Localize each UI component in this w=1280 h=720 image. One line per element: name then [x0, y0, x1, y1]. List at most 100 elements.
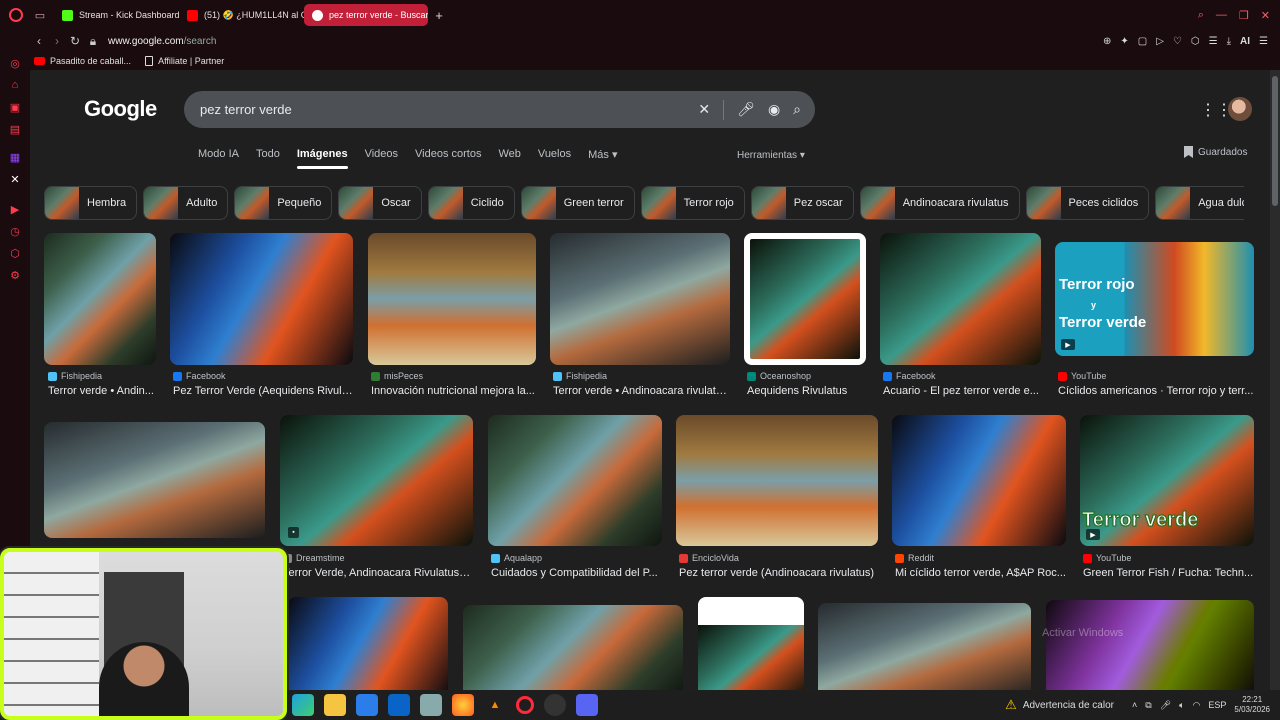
- microphone-icon[interactable]: 🎤︎: [737, 101, 755, 118]
- file-explorer-icon[interactable]: [324, 694, 346, 716]
- result-image[interactable]: [880, 233, 1041, 365]
- new-tab-icon[interactable]: +: [432, 8, 446, 23]
- tab-kick[interactable]: Stream - Kick Dashboard: [54, 4, 179, 26]
- result-title[interactable]: Cíclidos americanos · Terror rojo y terr…: [1058, 385, 1254, 397]
- search-tabs-icon[interactable]: ⌕: [1198, 9, 1204, 22]
- wifi-icon[interactable]: ◠: [1193, 700, 1201, 711]
- menu-icon[interactable]: ☰: [1259, 36, 1268, 47]
- pin-icon[interactable]: ✦: [1120, 36, 1128, 47]
- vlc-icon[interactable]: ▲: [484, 694, 506, 716]
- result-image[interactable]: [368, 233, 536, 365]
- tab-youtube[interactable]: (51) 🤣 ¿HUM1LL4N al GR: [179, 4, 304, 26]
- result-image[interactable]: [1046, 600, 1254, 690]
- extensions-icon[interactable]: ⬡: [0, 242, 30, 264]
- result-image[interactable]: [44, 233, 156, 365]
- store-icon[interactable]: [356, 694, 378, 716]
- search-box[interactable]: ✕ 🎤︎ ◉ ⌕: [184, 91, 815, 128]
- result-image[interactable]: [698, 597, 804, 690]
- result-image-video[interactable]: Terror rojo y Terror verde ▶: [1055, 242, 1254, 356]
- result-image[interactable]: ▪: [280, 415, 473, 546]
- gmail-icon[interactable]: ▤: [0, 118, 30, 140]
- chip[interactable]: Pequeño: [234, 186, 333, 220]
- scrollbar-thumb[interactable]: [1272, 76, 1278, 206]
- tab-vuelos[interactable]: Vuelos: [538, 148, 571, 161]
- player-icon[interactable]: ▶: [0, 198, 30, 220]
- result-image[interactable]: [744, 233, 866, 365]
- result-title[interactable]: Pez terror verde (Andinoacara rivulatus): [679, 567, 878, 579]
- result-image[interactable]: [288, 597, 448, 690]
- discord-icon[interactable]: [576, 694, 598, 716]
- back-icon[interactable]: ‹: [30, 34, 48, 48]
- shopping-icon[interactable]: ⌂: [0, 74, 30, 96]
- network-icon[interactable]: ⧉: [1145, 700, 1151, 711]
- mic-icon[interactable]: 🎤︎: [1160, 700, 1171, 711]
- player-toolbar-icon[interactable]: ▷: [1156, 36, 1164, 47]
- chip[interactable]: Adulto: [143, 186, 229, 220]
- edge-icon[interactable]: [292, 694, 314, 716]
- close-icon[interactable]: ✕: [1261, 9, 1270, 22]
- bookmark-item[interactable]: Affiliate | Partner: [145, 56, 224, 66]
- result-title[interactable]: Acuario - El pez terror verde e...: [883, 385, 1041, 397]
- result-title[interactable]: Green Terror Fish / Fucha: Techn...: [1083, 567, 1254, 579]
- result-title[interactable]: Pez Terror Verde (Aequidens Rivulat...: [173, 385, 353, 397]
- tab-menu-icon[interactable]: ▭: [32, 7, 48, 23]
- result-image[interactable]: [892, 415, 1066, 546]
- heart-icon[interactable]: ♡: [1173, 36, 1182, 47]
- opera-icon[interactable]: [516, 696, 534, 714]
- saved-button[interactable]: Guardados: [1184, 146, 1247, 158]
- result-title[interactable]: Terror verde • Andin...: [48, 385, 156, 397]
- clock[interactable]: 22:21 5/03/2026: [1234, 695, 1270, 716]
- chip[interactable]: Ciclido: [427, 186, 515, 220]
- tab-modo-ia[interactable]: Modo IA: [198, 148, 239, 161]
- tab-videos[interactable]: Videos: [365, 148, 398, 161]
- chip[interactable]: Terror rojo: [640, 186, 745, 220]
- firefox-icon[interactable]: [452, 694, 474, 716]
- outlook-icon[interactable]: [388, 694, 410, 716]
- reload-icon[interactable]: ↻: [66, 34, 84, 48]
- minimize-icon[interactable]: —: [1216, 9, 1227, 21]
- chevron-up-icon[interactable]: ˄: [1132, 700, 1137, 710]
- zoom-icon[interactable]: ⊕: [1103, 36, 1111, 47]
- tab-imagenes[interactable]: Imágenes: [296, 148, 348, 169]
- result-title[interactable]: Terror Verde, Andinoacara Rivulatus, ...: [283, 567, 473, 579]
- tab-web[interactable]: Web: [498, 148, 520, 161]
- result-title[interactable]: Cuidados y Compatibilidad del P...: [491, 567, 662, 579]
- chip[interactable]: Peces ciclidos: [1025, 186, 1150, 220]
- chip[interactable]: Hembra: [44, 186, 138, 220]
- app-icon[interactable]: [420, 694, 442, 716]
- extensions-toolbar-icon[interactable]: ⬡: [1191, 36, 1200, 47]
- tab-videos-cortos[interactable]: Videos cortos: [415, 148, 481, 161]
- history-icon[interactable]: ◷: [0, 220, 30, 242]
- result-image[interactable]: [463, 605, 683, 690]
- search-icon[interactable]: ⌕: [793, 101, 801, 118]
- heat-warning[interactable]: ⚠ Advertencia de calor: [1005, 697, 1114, 713]
- tools-button[interactable]: Herramientas ▾: [737, 150, 805, 161]
- forward-icon[interactable]: ›: [48, 34, 66, 48]
- maximize-icon[interactable]: ❐: [1239, 9, 1249, 22]
- ai-icon[interactable]: ◎: [0, 52, 30, 74]
- result-title[interactable]: Terror verde • Andinoacara rivulatu...: [553, 385, 730, 397]
- google-logo[interactable]: Google: [84, 96, 157, 122]
- obs-icon[interactable]: [544, 694, 566, 716]
- avatar[interactable]: [1228, 97, 1252, 121]
- bookmark-item[interactable]: Pasadito de caball...: [34, 56, 131, 66]
- result-image[interactable]: [44, 422, 265, 538]
- lang-indicator[interactable]: ESP: [1208, 700, 1226, 710]
- tab-mas[interactable]: Más ▾: [588, 148, 617, 161]
- snapshot-icon[interactable]: ▢: [1138, 36, 1147, 47]
- scrollbar[interactable]: [1270, 70, 1280, 690]
- result-image[interactable]: [488, 415, 662, 546]
- result-title[interactable]: Innovación nutricional mejora la...: [371, 385, 536, 397]
- result-title[interactable]: Aequidens Rivulatus: [747, 385, 866, 397]
- url-field[interactable]: www.google.com/search: [108, 36, 216, 47]
- result-image[interactable]: [170, 233, 353, 365]
- search-input[interactable]: [200, 102, 670, 117]
- x-icon[interactable]: ✕: [0, 168, 30, 190]
- opera-logo-icon[interactable]: [9, 8, 23, 22]
- download-icon[interactable]: ⤓: [1227, 36, 1231, 47]
- tab-todo[interactable]: Todo: [256, 148, 280, 161]
- clear-icon[interactable]: ✕: [698, 101, 710, 118]
- easy-setup-icon[interactable]: ☰: [1209, 36, 1218, 47]
- chip[interactable]: Andinoacara rivulatus: [859, 186, 1020, 220]
- messenger-icon[interactable]: ▣: [0, 96, 30, 118]
